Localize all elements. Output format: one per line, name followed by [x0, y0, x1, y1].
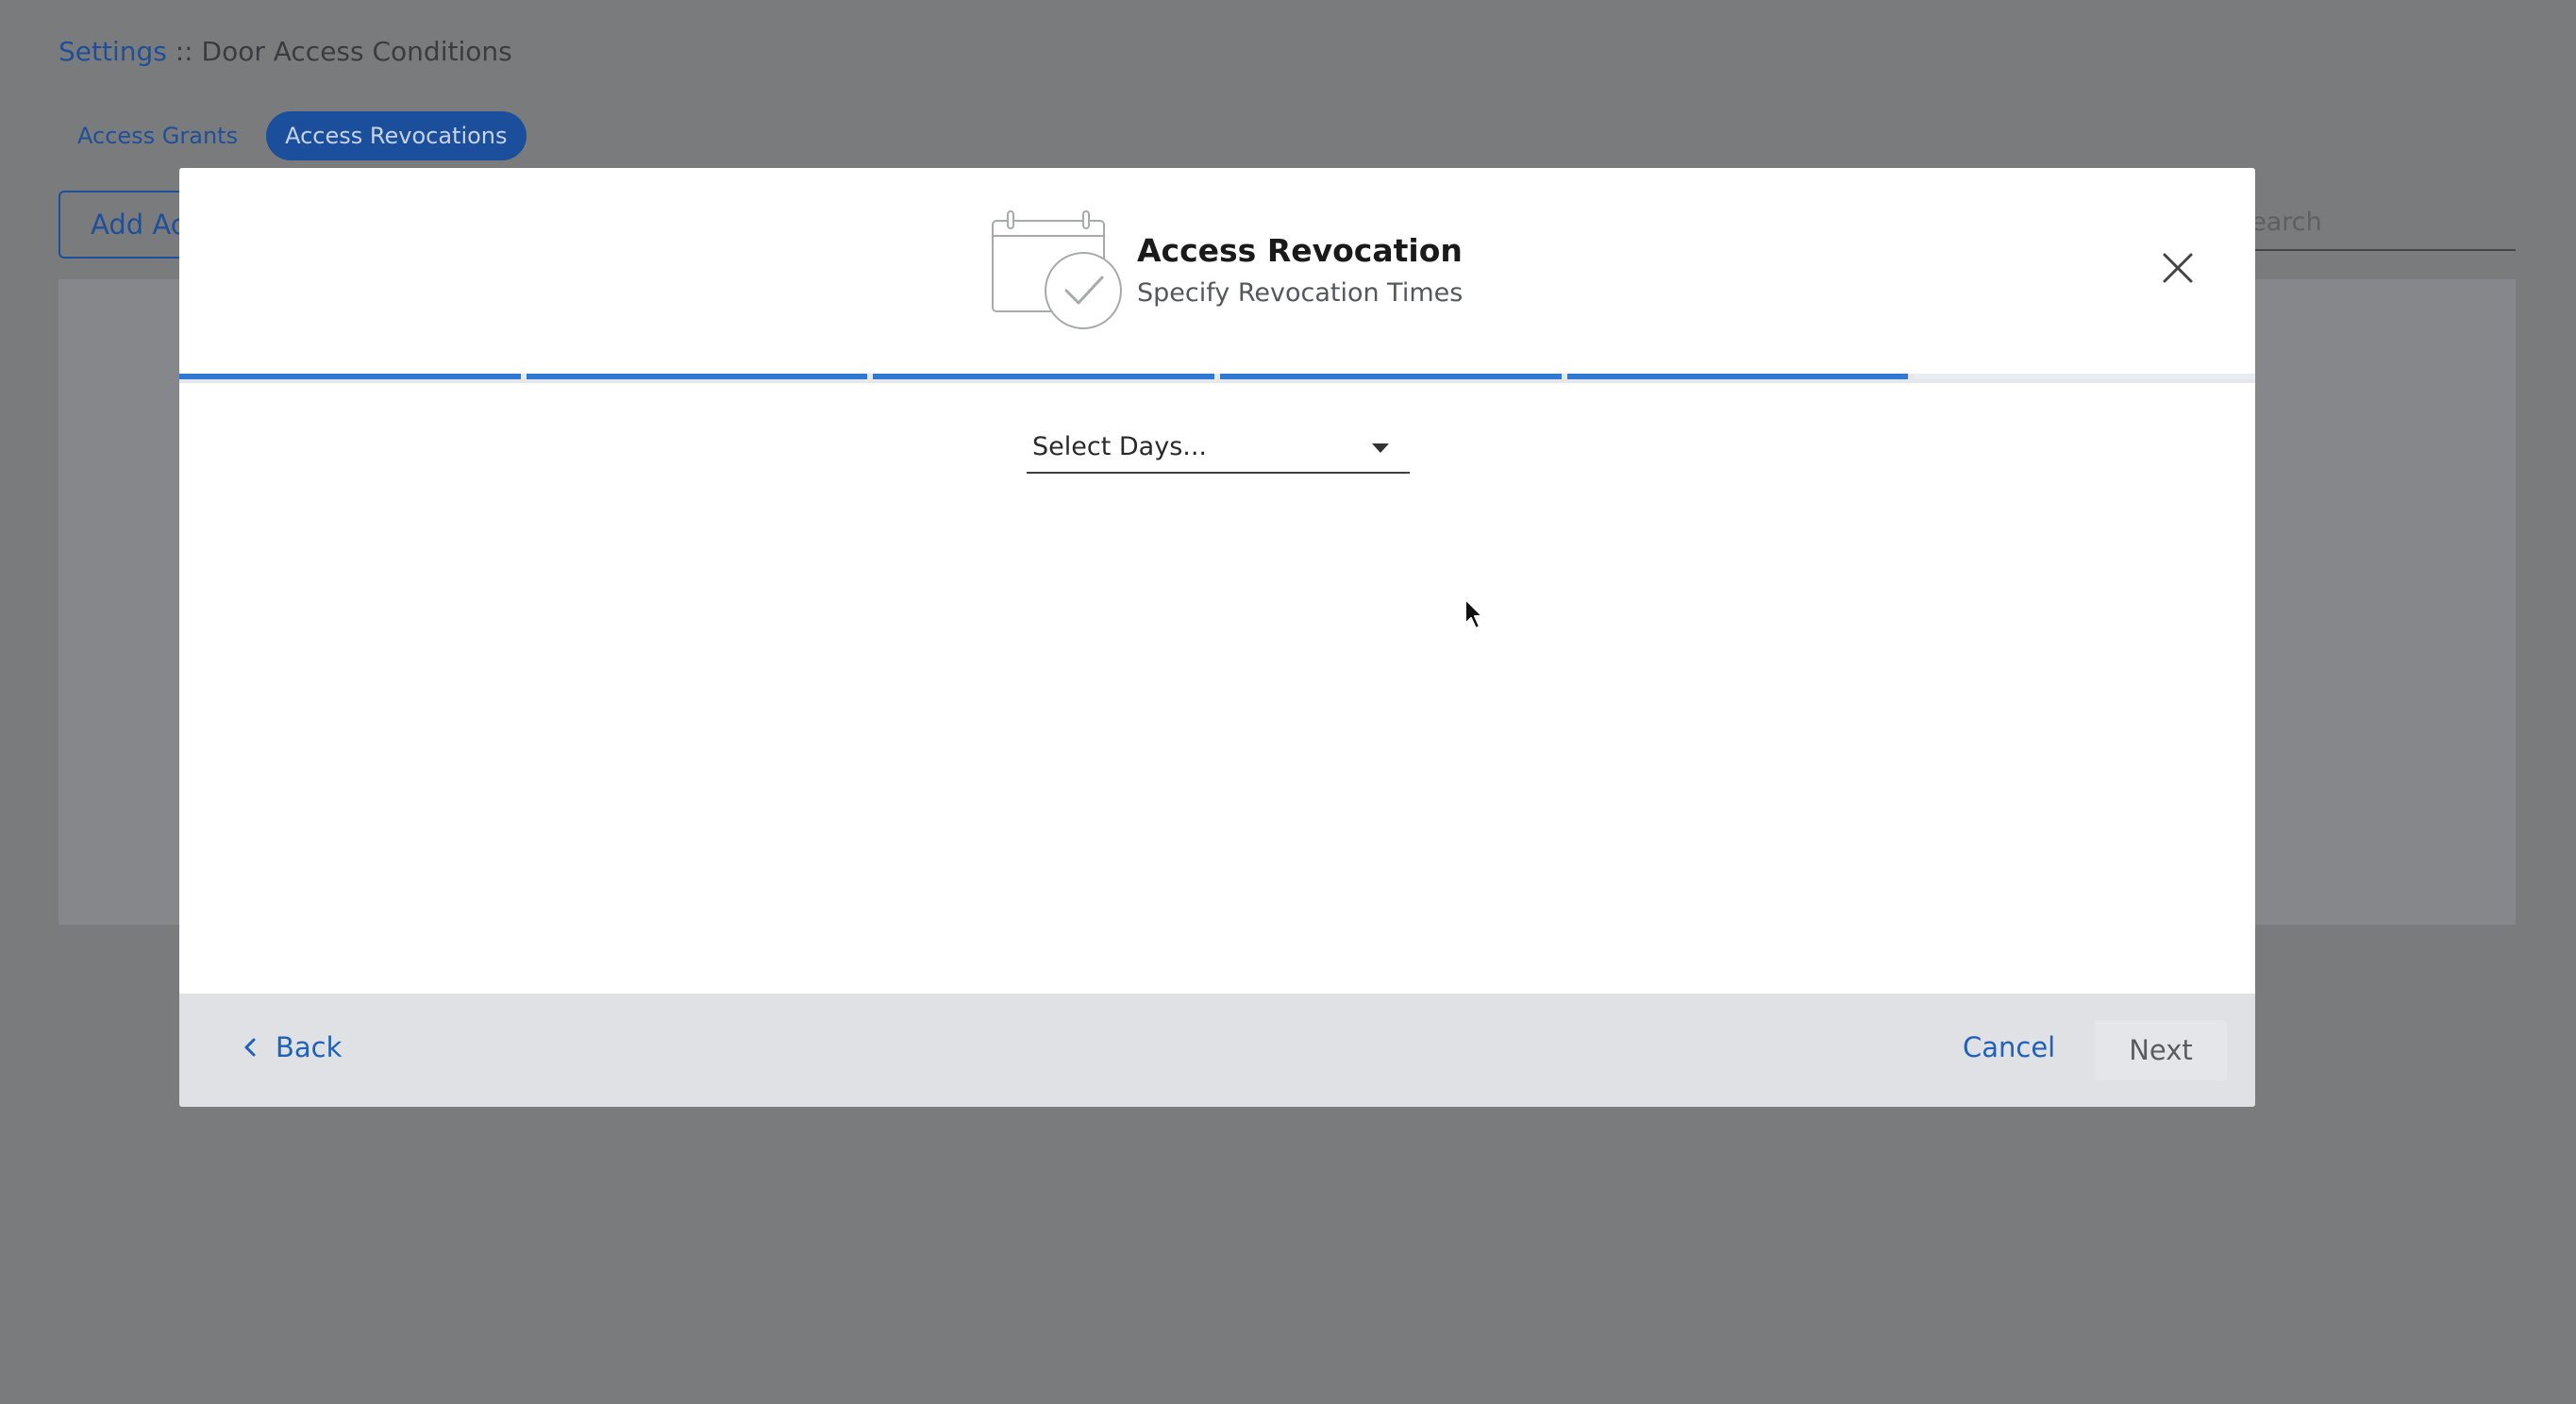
wizard-progress: [179, 374, 2255, 383]
access-revocation-dialog: Access Revocation Specify Revocation Tim…: [179, 168, 2255, 1107]
next-button[interactable]: Next: [2095, 1020, 2227, 1080]
progress-step: [526, 374, 868, 379]
dialog-heading: Access Revocation Specify Revocation Tim…: [1137, 232, 1463, 308]
dialog-header: Access Revocation Specify Revocation Tim…: [179, 168, 2255, 376]
chevron-left-icon: [244, 1038, 256, 1057]
progress-step: [873, 374, 1215, 379]
condition-tabs: Access Grants Access Revocations: [59, 111, 527, 160]
dialog-footer: Back Cancel Next: [179, 994, 2255, 1107]
progress-step: [179, 374, 521, 379]
caret-down-icon: [1372, 443, 1389, 453]
breadcrumb-separator: ::: [166, 36, 202, 67]
cancel-button[interactable]: Cancel: [1963, 1031, 2055, 1063]
back-button[interactable]: Back: [242, 1031, 342, 1063]
breadcrumb-settings-link[interactable]: Settings: [59, 36, 167, 67]
tab-access-revocations[interactable]: Access Revocations: [266, 111, 527, 160]
select-days-dropdown[interactable]: Select Days...: [1027, 425, 1410, 474]
progress-step: [1914, 374, 2255, 379]
back-label: Back: [276, 1031, 343, 1063]
breadcrumb: Settings :: Door Access Conditions: [59, 36, 512, 67]
calendar-check-icon: [992, 210, 1122, 329]
search-placeholder: Search: [2246, 208, 2322, 237]
mouse-pointer-icon: [1464, 598, 1483, 629]
select-days-placeholder: Select Days...: [1032, 432, 1208, 461]
dialog-subtitle: Specify Revocation Times: [1137, 278, 1464, 308]
progress-step: [1220, 374, 1562, 379]
progress-step: [1566, 374, 1909, 379]
search-field[interactable]: Search: [2246, 208, 2516, 251]
dialog-title: Access Revocation: [1137, 232, 1463, 269]
tab-access-grants[interactable]: Access Grants: [59, 111, 257, 160]
breadcrumb-current: Door Access Conditions: [201, 36, 512, 67]
close-icon[interactable]: [2159, 249, 2197, 287]
